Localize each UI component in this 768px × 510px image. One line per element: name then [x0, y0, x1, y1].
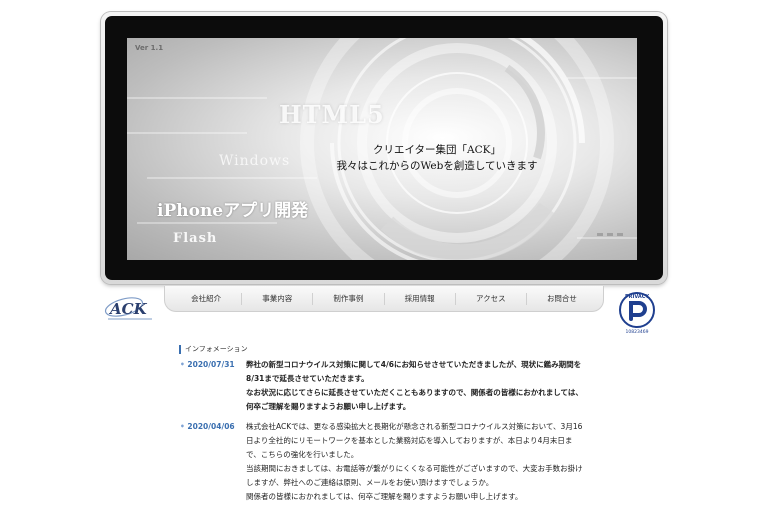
tagline-line-2: 我々はこれからのWebを創造していきます — [336, 160, 538, 172]
iphone-heading: iPhoneアプリ開発 — [157, 201, 309, 221]
nav-recruit[interactable]: 採用情報 — [385, 292, 456, 305]
info-heading: インフォメーション — [179, 345, 248, 354]
info-entry: 2020/07/31 弊社の新型コロナウイルス対策に関して4/6にお知らせさせて… — [180, 358, 610, 414]
ack-logo-text: ACK — [108, 300, 148, 318]
info-text: 株式会社ACKでは、更なる感染拡大と長期化が懸念される新型コロナウイルス対策にお… — [246, 420, 598, 504]
info-line: 日より全社的にリモートワークを基本とした業務対応を導入しておりますが、本日より4… — [246, 436, 573, 445]
nav-company[interactable]: 会社紹介 — [171, 292, 243, 305]
nav-access[interactable]: アクセス — [456, 292, 527, 305]
privacy-number: 10823469 — [626, 329, 649, 335]
privacy-mark-icon: PRIVACY 10823469 — [619, 292, 655, 335]
info-text: 弊社の新型コロナウイルス対策に関して4/6にお知らせさせていただきましたが、現状… — [246, 358, 598, 414]
version-label: Ver 1.1 — [135, 44, 164, 52]
info-line: で、こちらの強化を行いました。 — [246, 450, 359, 459]
privacy-label: PRIVACY — [625, 294, 649, 300]
hero-tagline: クリエイター集団「ACK」 我々はこれからのWebを創造していきます — [277, 142, 597, 174]
nav-business[interactable]: 事業内容 — [242, 292, 314, 305]
info-line: 関係者の皆様におかれましては、何卒ご理解を賜りますようお願い申し上げます。 — [246, 492, 523, 501]
privacy-mark[interactable]: PRIVACY 10823469 — [614, 289, 660, 335]
info-line: 株式会社ACKでは、更なる感染拡大と長期化が懸念される新型コロナウイルス対策にお… — [246, 422, 583, 431]
info-line: なお状況に応じてさらに延長させていただくこともありますので、関係者の皆様におかれ… — [246, 388, 583, 397]
info-entry: 2020/04/06 株式会社ACKでは、更なる感染拡大と長期化が懸念される新型… — [180, 420, 610, 504]
nav-works[interactable]: 制作事例 — [313, 292, 385, 305]
info-date: 2020/04/06 — [180, 420, 246, 504]
info-line: 何卒ご理解を賜りますようお願い申し上げます。 — [246, 402, 411, 411]
info-line: しますが、弊社へのご連絡は原則、メールをお使い頂けますでしょうか。 — [246, 478, 494, 487]
info-list: 2020/07/31 弊社の新型コロナウイルス対策に関して4/6にお知らせさせて… — [180, 358, 610, 510]
hero-monitor: Ver 1.1 HTML5 Windows クリエイター集団「ACK」 我々はこ… — [101, 12, 667, 284]
main-nav: 会社紹介 事業内容 制作事例 採用情報 アクセス お問合せ — [164, 286, 604, 312]
ack-logo-link[interactable]: ACK — [102, 290, 158, 322]
info-line: 当該期間におきましては、お電話等が繋がりにくくなる可能性がございますので、大変お… — [246, 464, 583, 473]
flash-heading: Flash — [173, 231, 218, 246]
tagline-line-1: クリエイター集団「ACK」 — [372, 144, 502, 156]
html5-heading: HTML5 — [279, 100, 385, 129]
info-line: 弊社の新型コロナウイルス対策に関して4/6にお知らせさせていただきましたが、現状… — [246, 360, 582, 369]
nav-contact[interactable]: お問合せ — [527, 293, 597, 305]
info-line: 8/31まで延長させていただきます。 — [246, 374, 369, 383]
ack-logo-icon: ACK — [104, 297, 152, 320]
hero-banner: Ver 1.1 HTML5 Windows クリエイター集団「ACK」 我々はこ… — [127, 38, 637, 260]
info-date: 2020/07/31 — [180, 358, 246, 414]
